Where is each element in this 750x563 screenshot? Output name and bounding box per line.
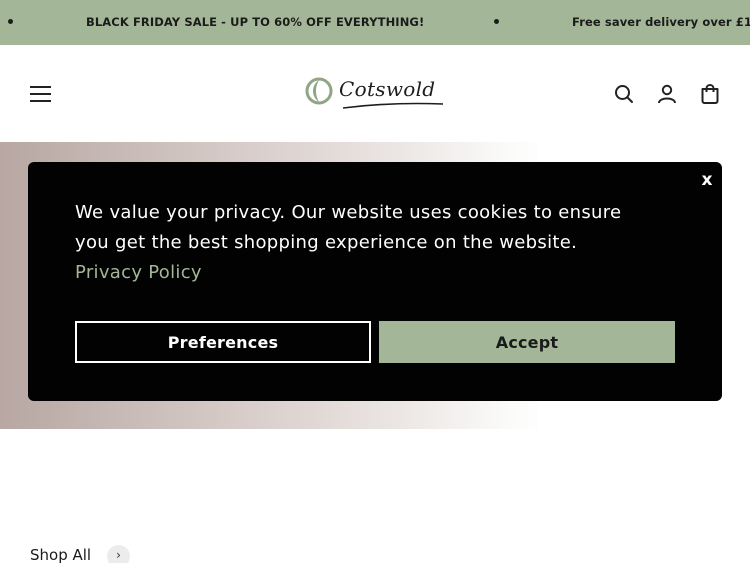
logo-mark-icon [305, 77, 333, 105]
site-header: Cotswold [0, 45, 750, 142]
cookie-consent-dialog: x We value your privacy. Our website use… [28, 162, 722, 401]
bullet-icon [8, 19, 13, 24]
announcement-message-sale[interactable]: BLACK FRIDAY SALE - UP TO 60% OFF EVERYT… [86, 15, 424, 29]
close-icon[interactable]: x [695, 168, 719, 192]
shop-all-link[interactable]: Shop All [30, 546, 91, 563]
announcement-message-delivery[interactable]: Free saver delivery over £100 [572, 15, 750, 29]
cookie-message: We value your privacy. Our website uses … [75, 198, 645, 288]
chevron-right-icon[interactable]: › [107, 545, 130, 563]
logo[interactable]: Cotswold [305, 76, 447, 112]
accept-button[interactable]: Accept [379, 321, 675, 363]
preferences-button[interactable]: Preferences [75, 321, 371, 363]
cart-icon[interactable] [699, 83, 721, 105]
privacy-policy-link[interactable]: Privacy Policy [75, 262, 202, 283]
search-icon[interactable] [613, 83, 635, 105]
bullet-icon [494, 19, 499, 24]
menu-icon[interactable] [30, 86, 51, 102]
logo-swoosh-icon [342, 102, 444, 109]
cookie-message-text: We value your privacy. Our website uses … [75, 202, 622, 253]
announcement-bar: BLACK FRIDAY SALE - UP TO 60% OFF EVERYT… [0, 0, 750, 45]
logo-text: Cotswold [339, 77, 436, 101]
account-icon[interactable] [656, 83, 678, 105]
